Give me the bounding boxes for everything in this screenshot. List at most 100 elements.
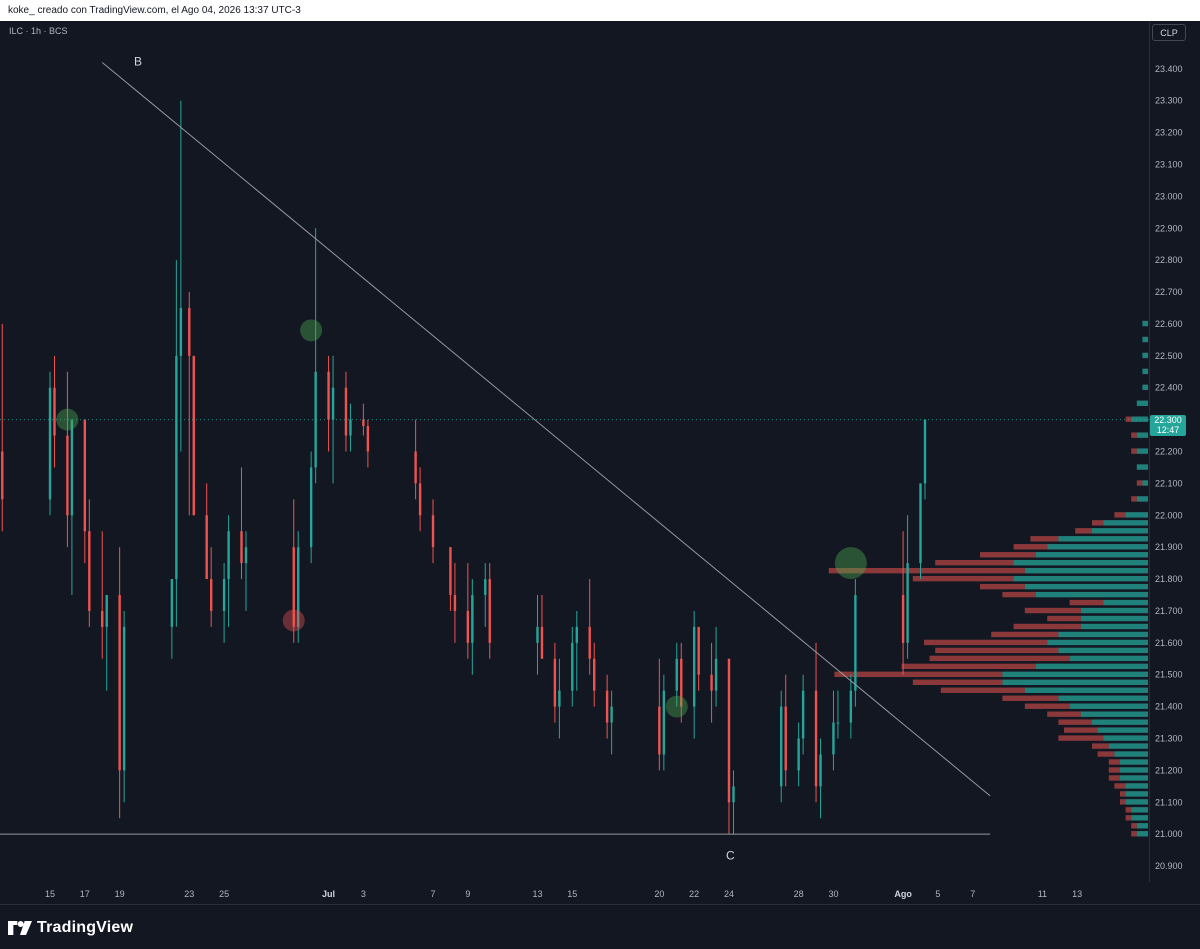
candle-body — [175, 355, 178, 580]
volume-profile-up — [1002, 679, 1148, 685]
candlestick-chart[interactable]: BC — [0, 21, 1149, 882]
volume-profile-down — [1108, 775, 1120, 781]
candle-body — [118, 595, 121, 771]
bull-signal-marker[interactable] — [665, 695, 688, 718]
candle-body — [906, 563, 909, 643]
volume-profile-up — [1136, 464, 1148, 470]
time-tick-label: 15 — [567, 889, 577, 899]
volume-profile-up — [1125, 512, 1148, 518]
volume-profile-down — [1131, 496, 1137, 502]
price-tick-label: 22.100 — [1155, 478, 1183, 488]
time-tick-label: 11 — [1038, 889, 1047, 899]
candle-body — [449, 547, 452, 595]
bull-signal-marker[interactable] — [834, 547, 867, 580]
volume-profile-down — [1120, 799, 1126, 805]
candle-body — [453, 595, 457, 611]
volume-profile-up — [1142, 320, 1148, 327]
volume-profile-up — [1058, 536, 1148, 542]
time-tick-label: 13 — [532, 889, 542, 899]
candle-body — [536, 626, 539, 643]
chart-plot-area[interactable]: BC ILC · 1h · BCS — [0, 21, 1150, 882]
bar-countdown: 12:47 — [1156, 424, 1180, 435]
bull-signal-marker[interactable] — [56, 408, 79, 431]
time-axis[interactable]: 15 17 19 23 25 Jul 3 7 9 13 15 20 22 24 28 30 Ago 5 7 11 13 — [0, 882, 1150, 904]
volume-profile-up — [1120, 775, 1148, 781]
candle-body — [540, 626, 544, 659]
volume-profile-up — [1036, 552, 1148, 558]
candle-body — [331, 387, 335, 420]
candle-body — [105, 595, 108, 627]
volume-profile-up — [1142, 352, 1148, 359]
time-tick-label: 13 — [1072, 889, 1082, 899]
volume-profile-down — [1131, 432, 1137, 438]
volume-profile-up — [1142, 480, 1148, 486]
volume-profile-up — [1120, 767, 1148, 773]
price-tick-label: 21.100 — [1155, 797, 1183, 807]
last-price: 22.300 — [1154, 414, 1182, 425]
wave-label-b[interactable]: B — [134, 55, 142, 69]
volume-profile-down — [935, 647, 1059, 654]
time-axis-labels: 15 17 19 23 25 Jul 3 7 9 13 15 20 22 24 28 30 Ago 5 7 11 13 — [45, 889, 1082, 899]
volume-profile-up — [1036, 663, 1148, 670]
volume-profile-down — [1097, 751, 1115, 757]
volume-profile-down — [1013, 623, 1081, 630]
volume-profile-down — [1058, 735, 1104, 741]
candle-body — [431, 515, 435, 548]
snapshot-title: koke_ creado con TradingView.com, el Ago… — [8, 5, 301, 16]
volume-profile-down — [935, 560, 1014, 566]
time-tick-label: 5 — [935, 889, 940, 899]
candle-body — [222, 579, 226, 611]
currency-button[interactable]: CLP — [1152, 24, 1186, 41]
candle-body — [179, 308, 183, 356]
volume-profile-up — [1131, 815, 1148, 821]
bear-signal-marker[interactable] — [282, 609, 305, 632]
volume-profile-down — [980, 583, 1025, 590]
candle-body — [88, 531, 91, 611]
volume-profile-up — [1136, 823, 1148, 829]
price-tick-label: 23.100 — [1155, 160, 1183, 170]
candle-body — [188, 308, 191, 356]
last-price-tag: 22.300 12:47 — [1150, 414, 1186, 436]
symbol-legend[interactable]: ILC · 1h · BCS — [9, 26, 68, 36]
candle-body — [466, 610, 470, 643]
volume-profile-up — [1047, 639, 1148, 646]
volume-profile-up — [1036, 591, 1148, 598]
volume-profile-up — [1125, 799, 1148, 805]
descending-trendline[interactable] — [101, 62, 991, 797]
wave-label-c[interactable]: C — [726, 849, 735, 863]
price-tick-label: 21.200 — [1155, 765, 1183, 775]
time-tick-label: 15 — [45, 889, 55, 899]
candle-body — [849, 690, 853, 723]
currency-label: CLP — [1160, 28, 1178, 38]
volume-profile-up — [1125, 783, 1148, 789]
volume-profile-up — [1058, 631, 1148, 638]
volume-profile-down — [1024, 703, 1070, 709]
volume-profile-up — [1024, 567, 1148, 574]
bull-signal-marker[interactable] — [300, 319, 323, 342]
candle-body — [1, 451, 4, 500]
footer: TradingView — [0, 904, 1200, 949]
volume-profile-up — [1120, 759, 1148, 765]
candle-body — [122, 626, 126, 771]
price-axis[interactable]: 20.900 21.000 21.100 21.200 21.300 21.400 21.5… — [1150, 21, 1200, 882]
candle-body — [575, 626, 578, 643]
price-tick-label: 21.000 — [1155, 829, 1183, 839]
candle-body — [414, 451, 417, 484]
candle-body — [710, 674, 713, 691]
candle-body — [553, 658, 557, 707]
time-tick-label: Ago — [894, 889, 912, 899]
time-tick-label: 24 — [724, 889, 734, 899]
candle-body — [571, 642, 574, 691]
volume-profile-down — [912, 679, 1003, 685]
candle-body — [66, 435, 69, 516]
volume-profile-up — [1058, 647, 1148, 654]
tradingview-logo[interactable]: TradingView — [8, 917, 133, 939]
candle-body — [662, 690, 666, 755]
brand-name: TradingView — [37, 919, 134, 936]
volume-profile-down — [1058, 719, 1092, 725]
time-tick-label: 9 — [465, 889, 470, 899]
volume-profile-down — [1125, 807, 1132, 813]
candle-body — [471, 595, 474, 643]
candle-body — [732, 786, 735, 803]
price-tick-label: 22.200 — [1155, 447, 1183, 457]
